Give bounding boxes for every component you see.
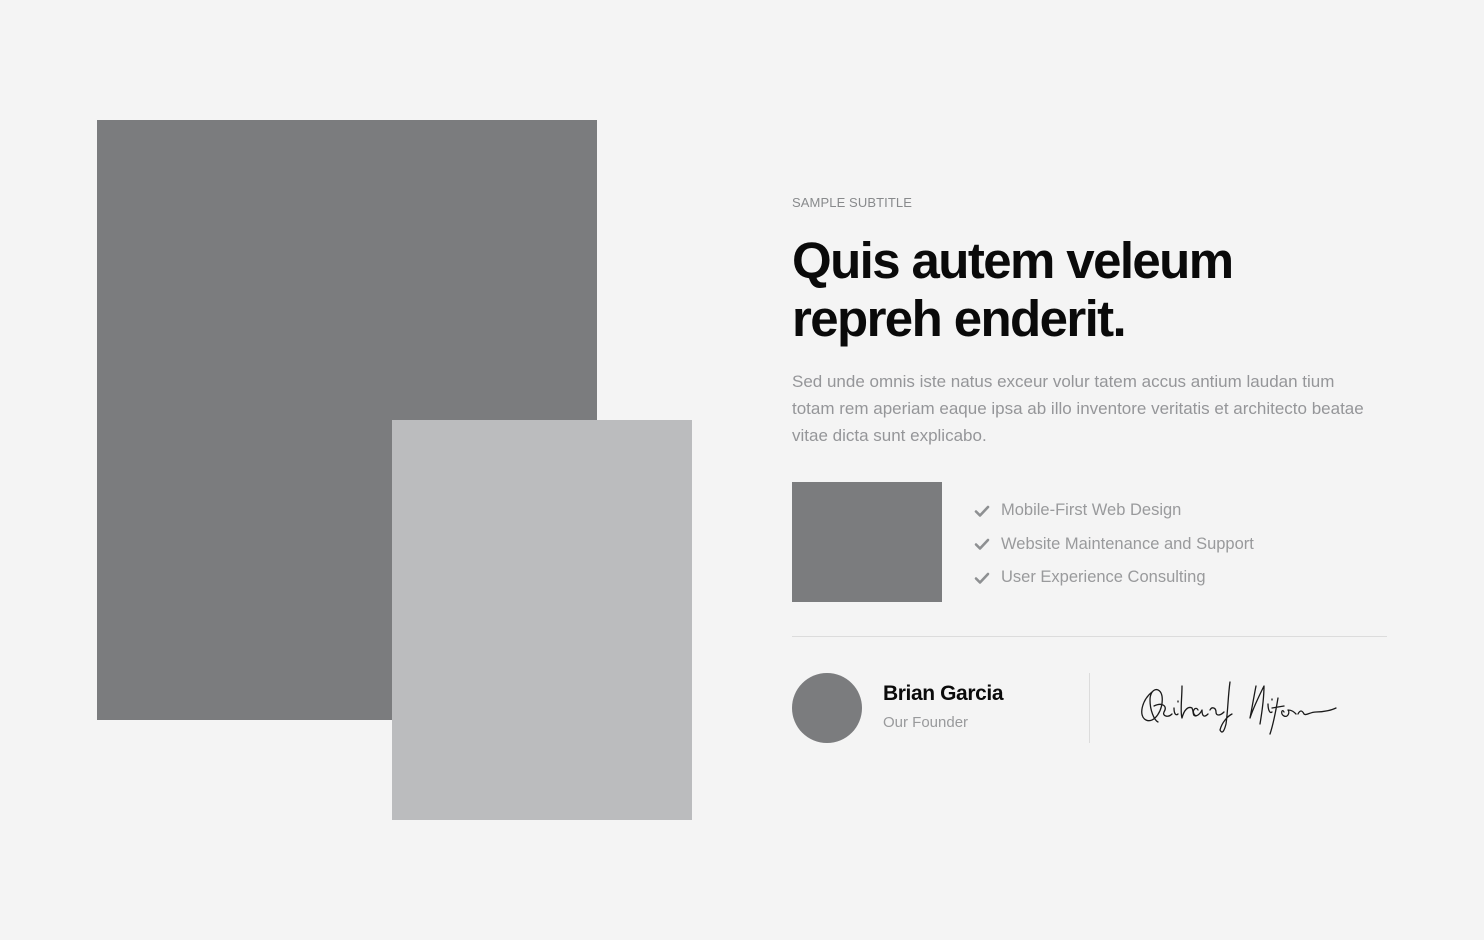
check-icon xyxy=(974,572,990,584)
thumbnail-image-placeholder xyxy=(792,482,942,602)
feature-item: User Experience Consulting xyxy=(974,561,1254,595)
feature-label: Mobile-First Web Design xyxy=(1001,501,1182,520)
founder-role: Our Founder xyxy=(883,714,969,731)
feature-item: Mobile-First Web Design xyxy=(974,494,1254,528)
founder-name: Brian Garcia xyxy=(883,682,1004,705)
secondary-image-placeholder xyxy=(392,420,692,820)
section-divider xyxy=(792,636,1387,637)
vertical-divider xyxy=(1089,673,1090,743)
feature-item: Website Maintenance and Support xyxy=(974,528,1254,562)
feature-label: Website Maintenance and Support xyxy=(1001,534,1254,553)
section-subtitle: SAMPLE SUBTITLE xyxy=(792,195,912,210)
section-heading: Quis autem veleum repreh enderit. xyxy=(792,232,1234,347)
feature-label: User Experience Consulting xyxy=(1001,568,1206,587)
signature-image xyxy=(1141,681,1337,735)
feature-list: Mobile-First Web Design Website Maintena… xyxy=(974,494,1254,595)
check-icon xyxy=(974,538,990,551)
check-icon xyxy=(974,505,990,517)
section-description: Sed unde omnis iste natus exceur volur t… xyxy=(792,372,1364,445)
founder-avatar xyxy=(792,673,862,743)
